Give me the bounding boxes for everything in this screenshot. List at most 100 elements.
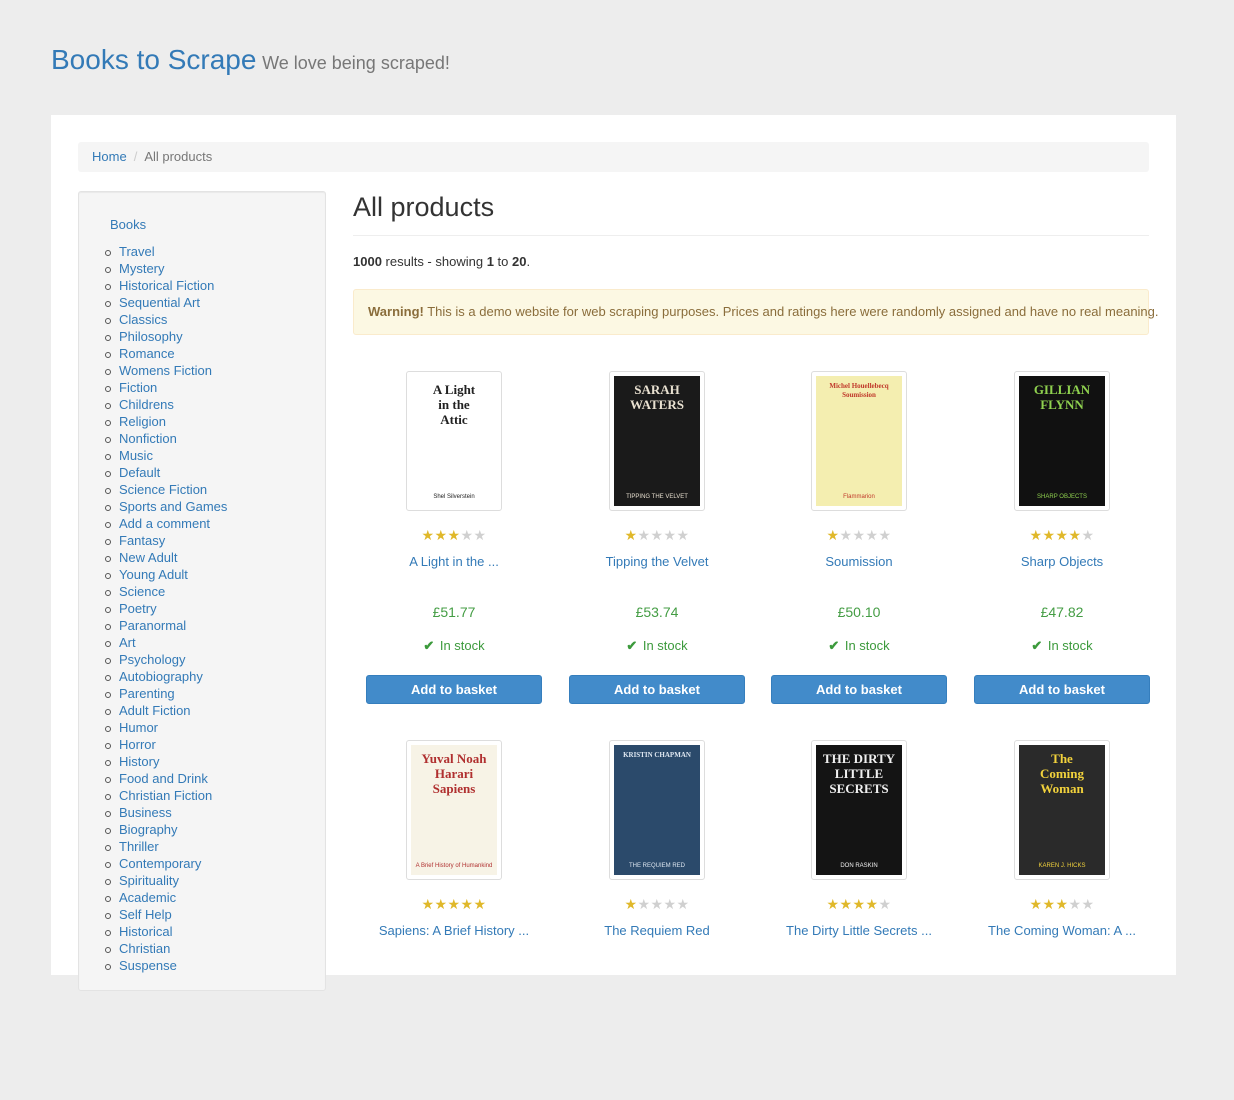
category-item: Thriller [104, 838, 227, 855]
product-title-link[interactable]: A Light in the ... [366, 554, 542, 569]
category-link[interactable]: Parenting [119, 686, 175, 701]
product-title-link[interactable]: Tipping the Velvet [569, 554, 745, 569]
category-link[interactable]: Contemporary [119, 856, 201, 871]
product-title-link[interactable]: Sapiens: A Brief History ... [366, 923, 542, 938]
category-link[interactable]: Adult Fiction [119, 703, 191, 718]
book-cover-image: GILLIAN FLYNN SHARP OBJECTS [1019, 376, 1105, 506]
star-icon: ★ [650, 527, 665, 543]
star-rating: ★★★★★ [974, 896, 1150, 912]
category-link[interactable]: Humor [119, 720, 158, 735]
category-link[interactable]: Romance [119, 346, 175, 361]
product-thumbnail[interactable]: Yuval Noah Harari Sapiens A Brief History o… [406, 740, 502, 880]
star-icon: ★ [1029, 527, 1044, 543]
category-link[interactable]: Science Fiction [119, 482, 207, 497]
category-link[interactable]: Science [119, 584, 165, 599]
category-link[interactable]: Christian [119, 941, 170, 956]
product-card: The Coming Woman KAREN J. HICKS ★★★★★ The Com… [974, 740, 1150, 1100]
page-container: Home / All products Books Travel Mystery His… [51, 115, 1176, 991]
brand-link[interactable]: Books to Scrape [51, 44, 256, 75]
category-item: Science [104, 583, 227, 600]
product-title-link[interactable]: Soumission [771, 554, 947, 569]
add-to-basket-button[interactable]: Add to basket [366, 675, 542, 704]
cover-subtext: DON RASKIN [840, 863, 878, 869]
category-link[interactable]: Historical [119, 924, 172, 939]
star-rating: ★★★★★ [569, 896, 745, 912]
category-link[interactable]: Self Help [119, 907, 172, 922]
category-link[interactable]: Add a comment [119, 516, 210, 531]
stock-label: In stock [1044, 638, 1093, 653]
category-link[interactable]: Food and Drink [119, 771, 208, 786]
category-link[interactable]: Classics [119, 312, 167, 327]
star-icon: ★ [1042, 896, 1057, 912]
category-link[interactable]: Fiction [119, 380, 157, 395]
product-thumbnail[interactable]: A Light in the Attic Shel Silverstein [406, 371, 502, 511]
product-card: SARAH WATERS TIPPING THE VELVET ★★★★★ Tippin… [569, 371, 745, 731]
category-link[interactable]: Historical Fiction [119, 278, 214, 293]
category-item: Biography [104, 821, 227, 838]
availability: ✔ In stock [771, 638, 947, 654]
category-link[interactable]: Paranormal [119, 618, 186, 633]
category-link[interactable]: Art [119, 635, 136, 650]
category-item: Fantasy [104, 532, 227, 549]
star-rating: ★★★★★ [569, 527, 745, 543]
category-link[interactable]: Sports and Games [119, 499, 227, 514]
category-link[interactable]: Womens Fiction [119, 363, 212, 378]
product-thumbnail[interactable]: SARAH WATERS TIPPING THE VELVET [609, 371, 705, 511]
category-link[interactable]: Religion [119, 414, 166, 429]
category-link[interactable]: Mystery [119, 261, 165, 276]
star-icon: ★ [839, 527, 854, 543]
category-link[interactable]: History [119, 754, 159, 769]
cover-text: Harari [434, 766, 474, 781]
add-to-basket-button[interactable]: Add to basket [974, 675, 1150, 704]
book-cover-image: KRISTIN CHAPMAN THE REQUIEM RED [614, 745, 700, 875]
category-link[interactable]: Nonfiction [119, 431, 177, 446]
category-item: Academic [104, 889, 227, 906]
category-link[interactable]: Childrens [119, 397, 174, 412]
product-thumbnail[interactable]: THE DIRTY LITTLE SECRETS DON RASKIN [811, 740, 907, 880]
star-icon: ★ [1068, 896, 1083, 912]
product-title-link[interactable]: The Coming Woman: A ... [974, 923, 1150, 938]
product-thumbnail[interactable]: Michel Houellebecq Soumission Flammarion [811, 371, 907, 511]
category-item: Poetry [104, 600, 227, 617]
category-link[interactable]: Horror [119, 737, 156, 752]
category-link[interactable]: Young Adult [119, 567, 188, 582]
category-link[interactable]: Poetry [119, 601, 157, 616]
product-title-link[interactable]: The Requiem Red [569, 923, 745, 938]
category-link[interactable]: Christian Fiction [119, 788, 212, 803]
star-icon: ★ [852, 896, 867, 912]
add-to-basket-button[interactable]: Add to basket [771, 675, 947, 704]
category-link[interactable]: Autobiography [119, 669, 203, 684]
category-link[interactable]: Travel [119, 244, 155, 259]
breadcrumb-home-link[interactable]: Home [92, 149, 127, 164]
cover-text: LITTLE [834, 766, 884, 781]
category-link[interactable]: Business [119, 805, 172, 820]
product-title-link[interactable]: The Dirty Little Secrets ... [771, 923, 947, 938]
category-list: Travel Mystery Historical Fiction Sequentia… [104, 243, 227, 974]
star-icon: ★ [473, 896, 488, 912]
category-item: Music [104, 447, 227, 464]
category-link[interactable]: New Adult [119, 550, 178, 565]
sidebar-root-books[interactable]: Books [110, 217, 146, 232]
category-item: Food and Drink [104, 770, 227, 787]
category-link[interactable]: Music [119, 448, 153, 463]
category-link[interactable]: Philosophy [119, 329, 183, 344]
category-link[interactable]: Sequential Art [119, 295, 200, 310]
category-item: Sequential Art [104, 294, 227, 311]
product-thumbnail[interactable]: GILLIAN FLYNN SHARP OBJECTS [1014, 371, 1110, 511]
product-price: £53.74 [635, 604, 679, 620]
category-item: Science Fiction [104, 481, 227, 498]
category-link[interactable]: Academic [119, 890, 176, 905]
add-to-basket-button[interactable]: Add to basket [569, 675, 745, 704]
product-thumbnail[interactable]: KRISTIN CHAPMAN THE REQUIEM RED [609, 740, 705, 880]
product-title-link[interactable]: Sharp Objects [974, 554, 1150, 569]
category-link[interactable]: Spirituality [119, 873, 179, 888]
category-link[interactable]: Fantasy [119, 533, 165, 548]
category-link[interactable]: Default [119, 465, 160, 480]
category-link[interactable]: Psychology [119, 652, 185, 667]
category-item: Business [104, 804, 227, 821]
star-icon: ★ [460, 527, 475, 543]
product-thumbnail[interactable]: The Coming Woman KAREN J. HICKS [1014, 740, 1110, 880]
category-link[interactable]: Thriller [119, 839, 159, 854]
category-link[interactable]: Suspense [119, 958, 177, 973]
category-link[interactable]: Biography [119, 822, 178, 837]
